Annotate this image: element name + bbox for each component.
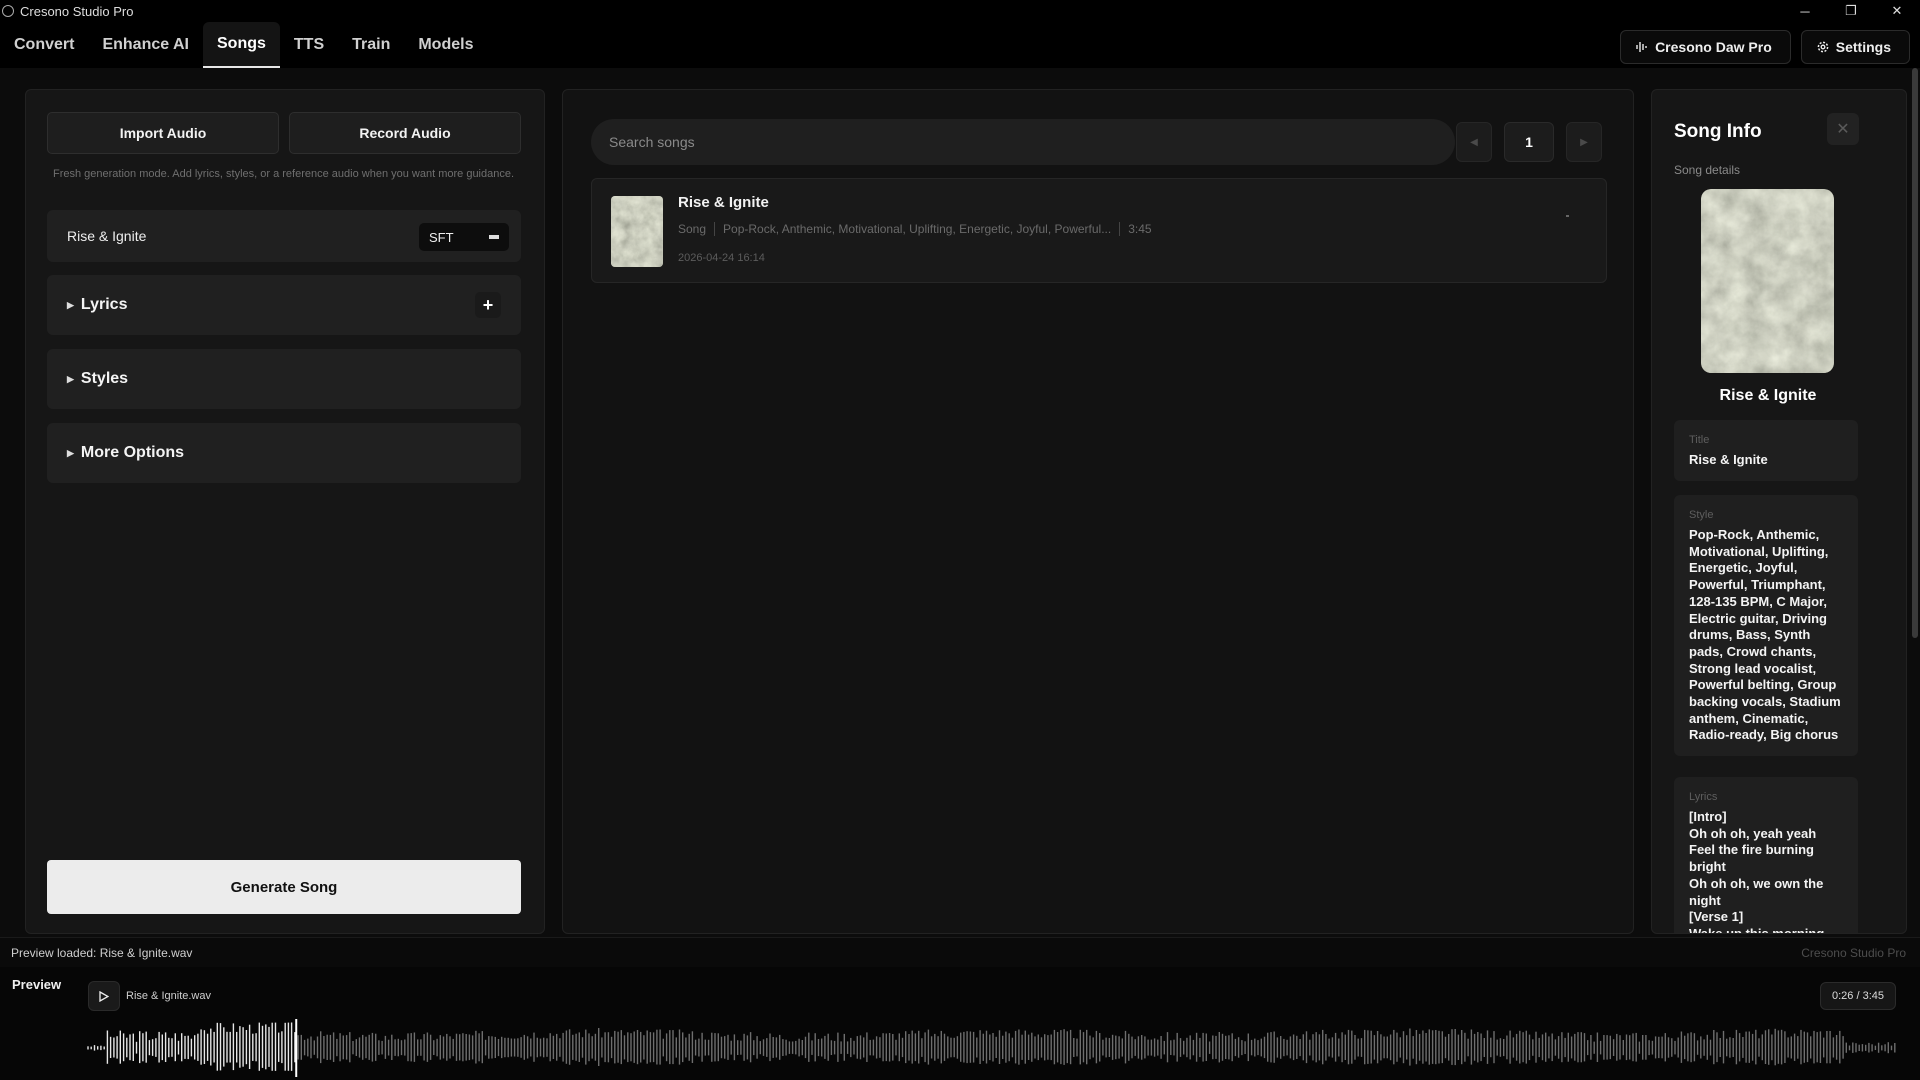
lyrics-value: [Intro] Oh oh oh, yeah yeah Feel the fir… [1689,809,1825,934]
song-date: 2026-04-24 16:14 [678,252,765,264]
song-details-label: Song details [1674,163,1741,177]
close-icon[interactable]: ✕ [1827,113,1859,145]
lyrics-label: Lyrics [1689,791,1718,803]
model-select[interactable]: SFT [419,223,509,251]
import-audio-button[interactable]: Import Audio [47,112,279,154]
cresono-daw-label: Cresono Daw Pro [1655,39,1772,55]
search-input[interactable] [591,119,1455,165]
generate-song-button[interactable]: Generate Song [47,860,521,914]
restore-icon[interactable]: ❐ [1828,0,1874,22]
song-info-heading: Song Info [1674,121,1762,142]
play-icon [99,990,109,1002]
song-name-value: Rise & Ignite [67,228,147,244]
app-logo-icon [2,5,14,17]
style-field: Style Pop-Rock, Anthemic, Motivational, … [1674,495,1858,757]
mode-hint: Fresh generation mode. Add lyrics, style… [53,168,515,180]
next-page-button[interactable]: ▶ [1566,122,1602,162]
gear-icon [1817,41,1829,53]
tab-enhance-ai[interactable]: Enhance AI [88,22,203,68]
title-bar: Cresono Studio Pro ─ ❐ ✕ [0,0,1920,22]
song-styles: Pop-Rock, Anthemic, Motivational, Uplift… [723,222,1112,236]
prev-page-button[interactable]: ◀ [1456,122,1492,162]
play-button[interactable] [88,981,120,1011]
add-lyrics-icon[interactable]: + [475,292,501,318]
tab-convert[interactable]: Convert [0,22,88,68]
song-type: Song [678,222,707,236]
title-value: Rise & Ignite [1689,452,1768,467]
song-library: ◀ 1 ▶ Rise & Ignite Song Pop-Rock, Anthe… [562,89,1634,934]
song-name-field[interactable]: Rise & Ignite SFT [47,210,521,262]
playback-time: 0:26 / 3:45 [1820,982,1896,1010]
settings-label: Settings [1835,39,1891,55]
main-nav: Convert Enhance AI Songs TTS Train Model… [0,22,1920,68]
tab-tts[interactable]: TTS [280,22,338,68]
styles-section-label: Styles [80,370,129,387]
title-field: Title Rise & Ignite [1674,420,1858,481]
caret-right-icon: ▶ [67,299,74,310]
song-info-name: Rise & Ignite [1719,387,1817,404]
caret-right-icon: ▶ [67,447,74,458]
more-options-label: More Options [80,444,185,461]
window-title: Cresono Studio Pro [20,3,134,19]
menu-icon [489,235,499,239]
song-cover-thumbnail [611,196,663,267]
minimize-icon[interactable]: ─ [1782,0,1828,22]
styles-section[interactable]: ▶ Styles [47,349,521,409]
status-bar: Preview loaded: Rise & Ignite.wav Creson… [0,937,1920,967]
model-select-value: SFT [429,229,454,245]
style-label: Style [1689,509,1714,521]
song-title: Rise & Ignite [678,194,769,211]
record-audio-button[interactable]: Record Audio [289,112,521,154]
preview-player: Preview Rise & Ignite.wav 0:26 / 3:45 [0,967,1920,1080]
song-card[interactable]: Rise & Ignite Song Pop-Rock, Anthemic, M… [591,178,1607,283]
meta-divider [714,222,716,236]
pagination: ◀ 1 ▶ [1456,122,1602,162]
status-brand: Cresono Studio Pro [1801,946,1906,960]
song-cover-image [1701,189,1834,373]
scrollbar-thumb[interactable] [1912,68,1918,638]
meta-divider [1119,222,1121,236]
page-number[interactable]: 1 [1504,122,1554,162]
close-window-icon[interactable]: ✕ [1874,0,1920,22]
song-menu-indicator[interactable] [1566,215,1569,217]
waveform[interactable] [87,1019,1897,1077]
waveform-icon [1636,42,1647,52]
generation-panel: Import Audio Record Audio Fresh generati… [25,89,545,934]
settings-button[interactable]: Settings [1800,30,1910,64]
lyrics-field: Lyrics [Intro] Oh oh oh, yeah yeah Feel … [1674,777,1858,934]
tab-train[interactable]: Train [338,22,404,68]
lyrics-section-label: Lyrics [80,296,128,313]
tab-songs[interactable]: Songs [203,22,280,68]
song-meta: Song Pop-Rock, Anthemic, Motivational, U… [678,222,1152,236]
cresono-daw-button[interactable]: Cresono Daw Pro [1620,30,1791,64]
preview-label: Preview [12,977,62,992]
caret-right-icon: ▶ [67,373,74,384]
preview-file-name: Rise & Ignite.wav [126,990,211,1002]
audio-source-buttons: Import Audio Record Audio [47,112,521,154]
style-value: Pop-Rock, Anthemic, Motivational, Uplift… [1689,527,1841,743]
song-info-panel: Song Info ✕ Song details Rise & Ignite T… [1651,89,1907,934]
lyrics-section[interactable]: ▶ Lyrics + [47,275,521,335]
caret-left-icon: ◀ [1470,136,1478,148]
status-message: Preview loaded: Rise & Ignite.wav [11,946,193,960]
song-duration: 3:45 [1128,222,1152,236]
tab-models[interactable]: Models [404,22,487,68]
title-label: Title [1689,434,1710,446]
more-options-section[interactable]: ▶ More Options [47,423,521,483]
nav-actions: Cresono Daw Pro Settings [1620,30,1910,64]
caret-right-icon: ▶ [1580,136,1588,148]
window-controls: ─ ❐ ✕ [1782,0,1920,22]
